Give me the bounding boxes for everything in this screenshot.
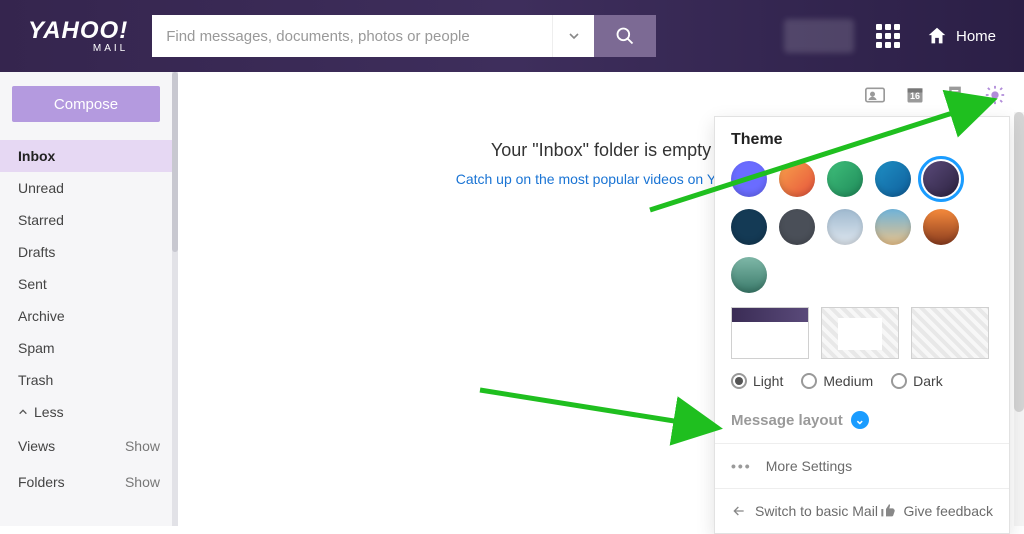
theme-swatch-green[interactable] xyxy=(827,161,863,197)
folders-section: Folders Show xyxy=(0,464,178,500)
more-settings-label: More Settings xyxy=(766,458,852,474)
theme-swatch-navy[interactable] xyxy=(731,209,767,245)
chevron-down-icon xyxy=(568,30,580,42)
search-input[interactable] xyxy=(152,15,552,57)
bg-card-header[interactable] xyxy=(731,307,809,359)
compose-button[interactable]: Compose xyxy=(12,86,160,122)
theme-swatch-blue[interactable] xyxy=(731,161,767,197)
density-dark[interactable]: Dark xyxy=(891,373,943,389)
folder-starred[interactable]: Starred xyxy=(0,204,178,236)
folder-drafts[interactable]: Drafts xyxy=(0,236,178,268)
views-show[interactable]: Show xyxy=(125,438,160,454)
logo-text: YAHOO! xyxy=(28,19,128,43)
settings-panel: Theme Light Medium Dark Message layout ⌄ •… xyxy=(714,116,1010,534)
logo[interactable]: YAHOO! MAIL xyxy=(28,19,128,54)
feedback-label: Give feedback xyxy=(904,503,994,519)
contacts-icon[interactable] xyxy=(864,84,886,106)
theme-swatch-sky[interactable] xyxy=(827,209,863,245)
arrow-left-icon xyxy=(731,503,747,519)
sidebar: Compose InboxUnreadStarredDraftsSentArch… xyxy=(0,72,178,526)
bg-card-window[interactable] xyxy=(821,307,899,359)
theme-swatch-purple[interactable] xyxy=(923,161,959,197)
search-bar xyxy=(152,15,656,57)
theme-swatch-orange[interactable] xyxy=(779,161,815,197)
density-label: Light xyxy=(753,373,783,389)
density-light[interactable]: Light xyxy=(731,373,783,389)
theme-swatch-sunset[interactable] xyxy=(923,209,959,245)
search-dropdown[interactable] xyxy=(552,15,594,57)
radio-icon xyxy=(891,373,907,389)
home-link[interactable]: Home xyxy=(926,25,996,47)
chevron-down-icon: ⌄ xyxy=(851,411,869,429)
density-label: Dark xyxy=(913,373,943,389)
home-label: Home xyxy=(956,28,996,45)
notepad-icon[interactable] xyxy=(944,84,966,106)
chevron-up-icon xyxy=(18,407,28,417)
theme-swatch-teal[interactable] xyxy=(875,161,911,197)
density-options: Light Medium Dark xyxy=(731,373,993,389)
density-label: Medium xyxy=(823,373,873,389)
calendar-day: 16 xyxy=(910,91,920,101)
calendar-icon[interactable]: 16 xyxy=(904,84,926,106)
give-feedback[interactable]: Give feedback xyxy=(880,503,994,519)
apps-grid-icon[interactable] xyxy=(876,24,900,48)
main-scrollbar[interactable] xyxy=(1014,112,1024,526)
user-avatar[interactable] xyxy=(784,19,854,53)
radio-icon xyxy=(731,373,747,389)
less-label: Less xyxy=(34,404,64,420)
folder-archive[interactable]: Archive xyxy=(0,300,178,332)
theme-swatch-slate[interactable] xyxy=(779,209,815,245)
more-icon: ••• xyxy=(731,458,752,474)
folder-inbox[interactable]: Inbox xyxy=(0,140,178,172)
right-toolbar: 16 xyxy=(864,84,1006,106)
message-layout-toggle[interactable]: Message layout ⌄ xyxy=(731,405,993,443)
less-toggle[interactable]: Less xyxy=(0,396,178,428)
folder-list: InboxUnreadStarredDraftsSentArchiveSpamT… xyxy=(0,140,178,396)
gear-icon[interactable] xyxy=(984,84,1006,106)
folder-trash[interactable]: Trash xyxy=(0,364,178,396)
theme-swatch-beach[interactable] xyxy=(875,209,911,245)
views-section: Views Show xyxy=(0,428,178,464)
folders-section-label: Folders xyxy=(18,474,65,490)
switch-basic[interactable]: Switch to basic Mail xyxy=(731,503,878,519)
thumbs-up-icon xyxy=(880,503,896,519)
more-settings-row[interactable]: ••• More Settings xyxy=(731,444,993,488)
density-medium[interactable]: Medium xyxy=(801,373,873,389)
background-choices xyxy=(731,307,993,359)
body: Compose InboxUnreadStarredDraftsSentArch… xyxy=(0,72,1024,526)
switch-basic-label: Switch to basic Mail xyxy=(755,503,878,519)
folder-sent[interactable]: Sent xyxy=(0,268,178,300)
folders-show[interactable]: Show xyxy=(125,474,160,490)
theme-swatches xyxy=(731,161,993,293)
home-icon xyxy=(926,25,948,47)
folder-unread[interactable]: Unread xyxy=(0,172,178,204)
views-label: Views xyxy=(18,438,55,454)
bg-card-pattern[interactable] xyxy=(911,307,989,359)
theme-swatch-forest[interactable] xyxy=(731,257,767,293)
folder-spam[interactable]: Spam xyxy=(0,332,178,364)
settings-footer: Switch to basic Mail Give feedback xyxy=(731,489,993,533)
radio-icon xyxy=(801,373,817,389)
logo-sub: MAIL xyxy=(93,43,128,54)
header: YAHOO! MAIL Home xyxy=(0,0,1024,72)
main: 16 Your "Inbox" folder is empty Catch up… xyxy=(178,72,1024,526)
search-button[interactable] xyxy=(594,15,656,57)
theme-header: Theme xyxy=(731,131,993,149)
search-icon xyxy=(615,26,635,46)
message-layout-label: Message layout xyxy=(731,412,843,429)
